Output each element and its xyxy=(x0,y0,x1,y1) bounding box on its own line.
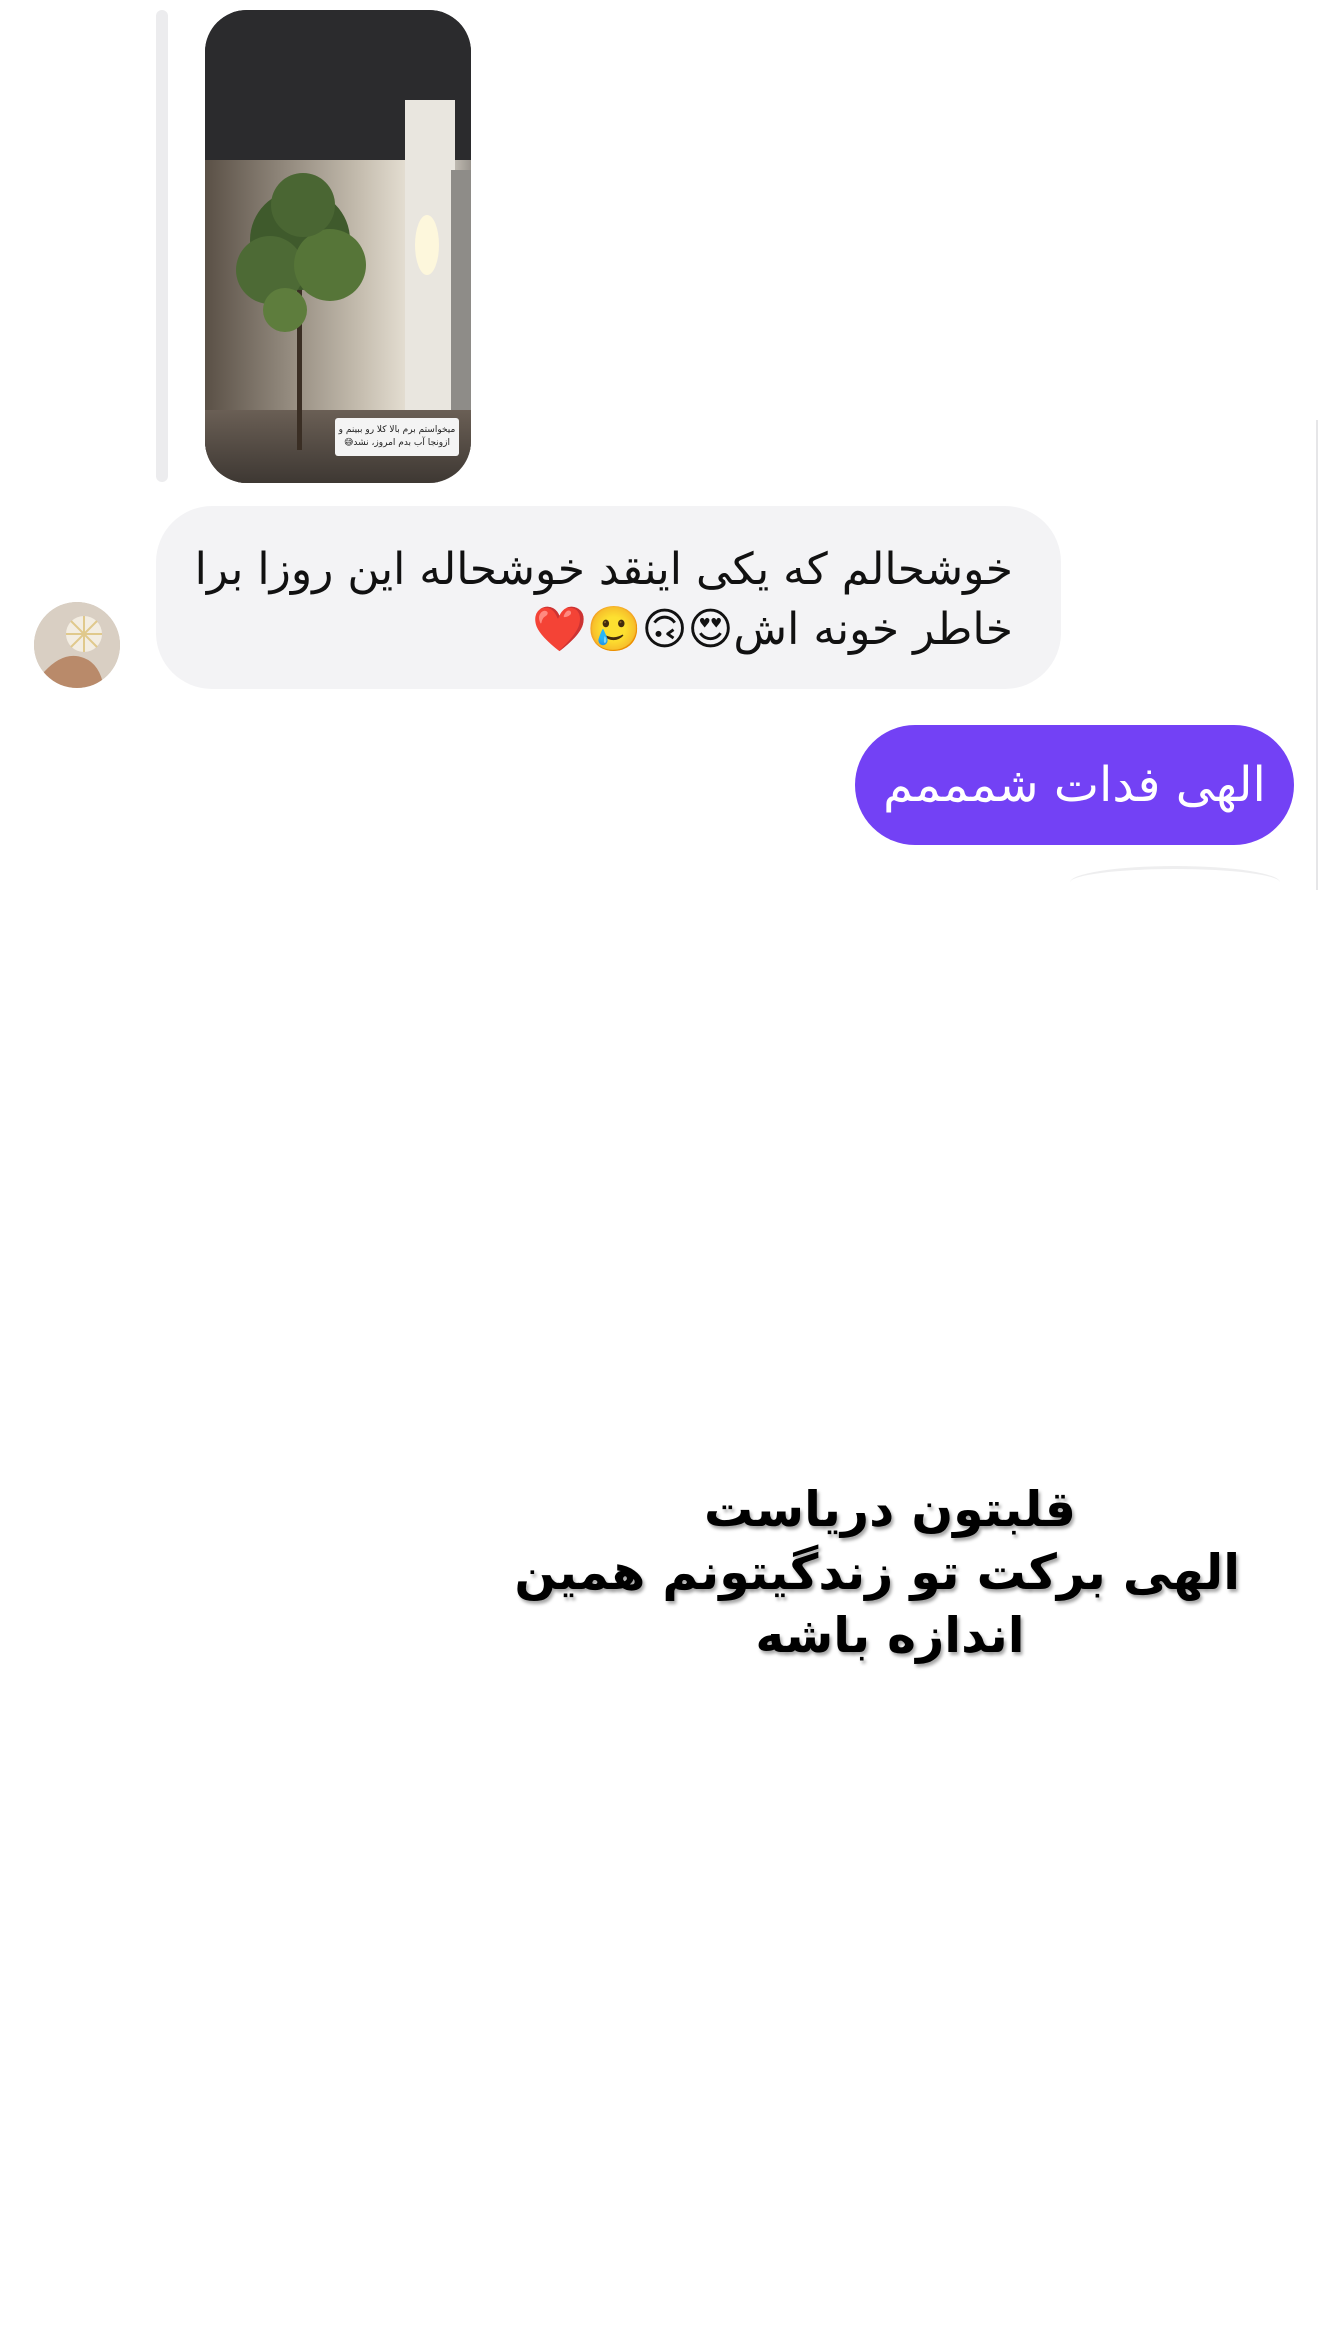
sender-avatar[interactable] xyxy=(34,602,120,688)
story-reply-bar xyxy=(156,10,168,482)
sticker-text[interactable]: قلبتون دریاست الهی برکت تو زندگیتونم همی… xyxy=(514,1478,1240,1667)
outgoing-message-text: الهی فدات شمممم xyxy=(883,757,1266,813)
sticker-text-line-2: الهی برکت تو زندگیتونم همین xyxy=(514,1544,1240,1601)
story-caption-line-1: میخواستم برم بالا کلا رو ببینم و xyxy=(338,425,456,435)
sticker-top-edge xyxy=(1070,866,1280,899)
story-image xyxy=(205,10,471,483)
sticker-text-line-3: اندازه باشه xyxy=(755,1607,1025,1664)
scroll-edge xyxy=(1316,420,1318,890)
incoming-message-bubble[interactable]: خوشحالم که یکی اینقد خوشحاله این روزا بر… xyxy=(156,506,1061,689)
story-thumbnail[interactable]: میخواستم برم بالا کلا رو ببینم و ازونجا … xyxy=(205,10,471,483)
story-caption-line-2: ازونجا آب بدم امروز، نشد😅 xyxy=(344,438,450,448)
outgoing-message-bubble[interactable]: الهی فدات شمممم xyxy=(855,725,1294,845)
incoming-message-text: خوشحالم که یکی اینقد خوشحاله این روزا بر… xyxy=(194,544,1013,655)
story-caption: میخواستم برم بالا کلا رو ببینم و ازونجا … xyxy=(335,418,459,456)
sticker-text-line-1: قلبتون دریاست xyxy=(704,1481,1076,1538)
avatar-image xyxy=(34,602,120,688)
